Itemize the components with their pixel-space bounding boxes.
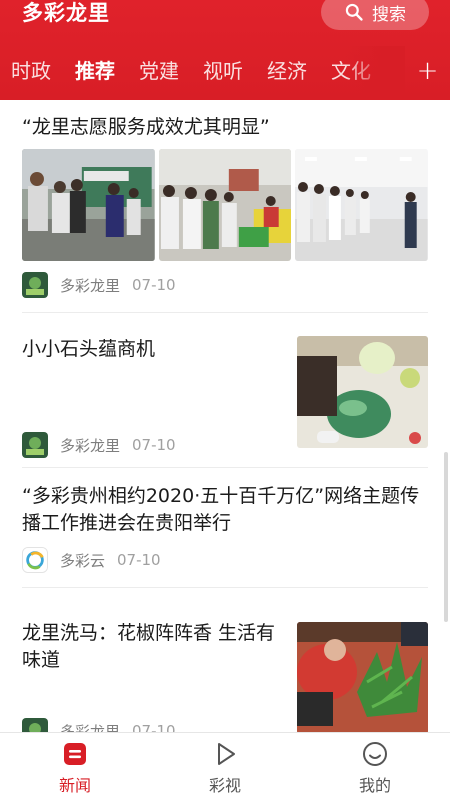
video-play-icon [218,743,235,765]
source-logo-icon [22,718,48,732]
source-logo-icon [22,547,48,573]
search-icon [345,3,363,21]
publish-date: 07-10 [132,436,176,454]
article-photo [158,149,292,261]
search-label: 搜索 [372,4,406,25]
bottom-navigation: 新闻 彩视 我的 [0,732,450,800]
source-logo-icon [22,432,48,458]
source-name: 多彩龙里 [60,436,121,455]
add-channel-button[interactable]: + [405,46,450,96]
source-name: 多彩龙里 [60,722,121,733]
nav-news[interactable]: 新闻 [0,733,150,800]
app-title: 多彩龙里 [22,1,110,25]
news-feed[interactable]: “龙里志愿服务成效尤其明显” 多彩龙里 07-10 小小石头蕴商机 多彩龙里 0… [0,100,450,732]
publish-date: 07-10 [132,722,176,732]
divider [22,467,428,468]
feed-scrollbar[interactable] [444,452,448,622]
article-item[interactable]: “龙里志愿服务成效尤其明显” 多彩龙里 07-10 [22,114,429,298]
article-meta: 多彩龙里 07-10 [22,718,176,732]
publish-date: 07-10 [117,551,161,569]
nav-news-label: 新闻 [58,776,91,795]
news-icon [64,743,86,765]
article-item[interactable]: 小小石头蕴商机 多彩龙里 07-10 [22,336,428,458]
source-logo-icon [22,272,48,298]
article-title: 小小石头蕴商机 [22,338,156,360]
search-button[interactable]: 搜索 [321,0,429,30]
nav-video-label: 彩视 [208,776,241,795]
article-title: 龙里洗马：花椒阵阵香 生活有味道 [22,622,276,671]
tab-tuijian[interactable]: 推荐 [63,46,127,96]
tab-jingji[interactable]: 经济 [255,46,319,96]
channel-tabs: 时政 推荐 党建 视听 经济 文化 [0,46,400,96]
article-meta: 多彩云 07-10 [22,547,428,573]
top-header: 多彩龙里 搜索 时政 推荐 党建 视听 经济 文化 + [0,0,450,100]
nav-profile-label: 我的 [358,776,391,795]
article-meta: 多彩龙里 07-10 [22,432,176,458]
article-item[interactable]: “多彩贵州相约2020·五十百千万亿”网络主题传播工作推进会在贵阳举行 多彩云 … [22,483,428,573]
article-photo [22,149,155,261]
smile-profile-icon [363,742,387,766]
article-photo [297,622,428,732]
divider [22,587,428,588]
article-item[interactable]: 龙里洗马：花椒阵阵香 生活有味道 多彩龙里 07-10 [22,620,428,732]
divider [22,312,428,313]
tab-fade-overlay [345,46,405,96]
nav-video[interactable]: 彩视 [150,733,300,800]
tab-dangjian[interactable]: 党建 [127,46,191,96]
article-photo [297,336,428,448]
article-title: “多彩贵州相约2020·五十百千万亿”网络主题传播工作推进会在贵阳举行 [22,485,420,534]
nav-profile[interactable]: 我的 [300,733,450,800]
source-name: 多彩龙里 [60,276,121,295]
article-photo [295,149,429,261]
article-title: “龙里志愿服务成效尤其明显” [22,116,270,138]
tab-shizheng[interactable]: 时政 [0,46,63,96]
article-image-row [22,149,429,261]
publish-date: 07-10 [132,276,176,294]
source-name: 多彩云 [60,551,106,570]
article-meta: 多彩龙里 07-10 [22,272,428,298]
tab-shiting[interactable]: 视听 [191,46,255,96]
